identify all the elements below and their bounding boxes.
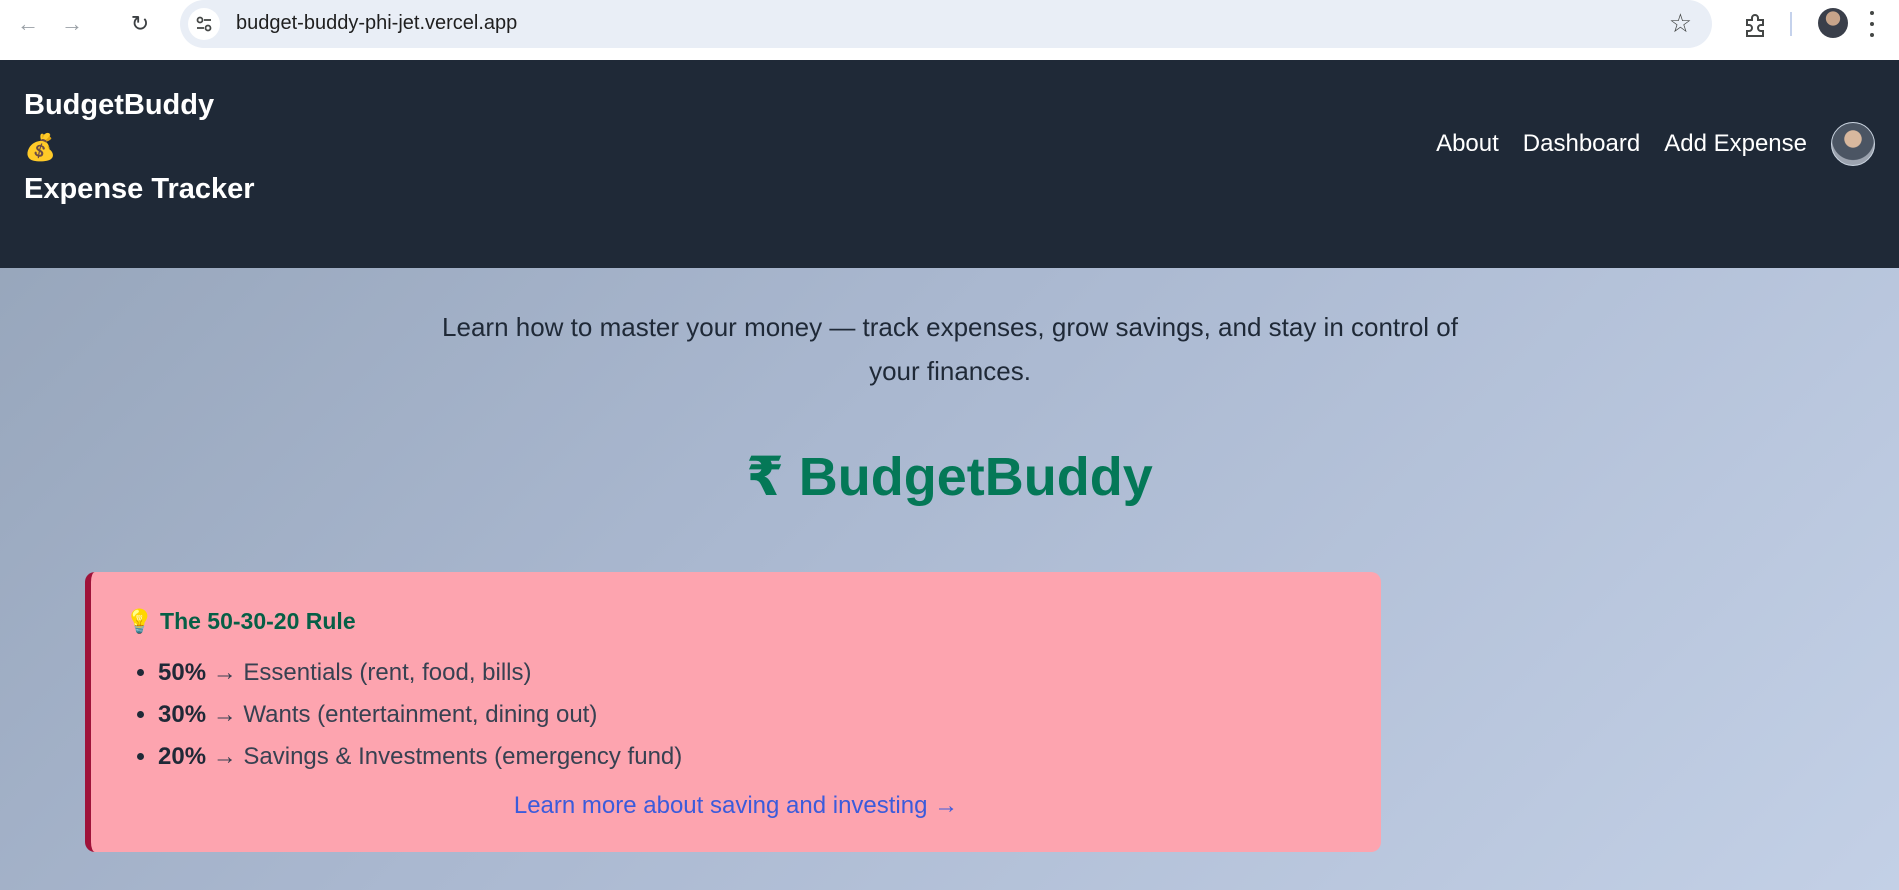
extensions-icon[interactable] [1740, 10, 1770, 40]
list-item: 20% → Savings & Investments (emergency f… [158, 736, 682, 778]
brand-subtitle: Expense Tracker [24, 173, 255, 205]
lightbulb-icon: 💡 [125, 608, 154, 634]
rule-list: 50% → Essentials (rent, food, bills) 30%… [129, 652, 682, 778]
app-header: BudgetBuddy 💰 Expense Tracker About Dash… [0, 60, 1899, 268]
user-avatar[interactable] [1831, 122, 1875, 166]
menu-kebab-icon[interactable] [1866, 8, 1878, 40]
browser-toolbar: ← → ↻ budget-buddy-phi-jet.vercel.app ☆ [0, 0, 1899, 60]
rule-percent: 20% [158, 743, 207, 770]
arrow-right-icon: → [61, 11, 83, 36]
hero-title: ₹ BudgetBuddy [746, 447, 1153, 507]
rule-percent: 50% [158, 659, 207, 686]
toolbar-divider [1790, 12, 1792, 36]
profile-avatar[interactable] [1818, 8, 1848, 38]
rule-card-title-text: The 50-30-20 Rule [160, 608, 356, 634]
brand-name: BudgetBuddy [24, 89, 215, 121]
top-nav: About Dashboard Add Expense [1436, 122, 1875, 166]
list-item: 30% → Wants (entertainment, dining out) [158, 694, 682, 736]
rule-text: → Savings & Investments (emergency fund) [206, 743, 683, 770]
rule-card: 💡 The 50-30-20 Rule 50% → Essentials (re… [85, 572, 1381, 852]
address-bar[interactable]: budget-buddy-phi-jet.vercel.app ☆ [180, 0, 1712, 48]
learn-more-link[interactable]: Learn more about saving and investing → [91, 792, 1381, 820]
nav-about-link[interactable]: About [1436, 130, 1499, 158]
nav-dashboard-link[interactable]: Dashboard [1523, 130, 1640, 158]
rule-text: → Essentials (rent, food, bills) [206, 659, 532, 686]
reload-button[interactable]: ↻ [126, 10, 154, 38]
hero-tagline: Learn how to master your money — track e… [442, 312, 1458, 386]
forward-button[interactable]: → [58, 10, 86, 38]
back-button[interactable]: ← [14, 10, 42, 38]
url-text[interactable]: budget-buddy-phi-jet.vercel.app [236, 12, 517, 35]
rule-percent: 30% [158, 701, 207, 728]
arrow-left-icon: ← [17, 11, 39, 36]
money-bag-icon: 💰 [24, 132, 57, 162]
brand-logo[interactable]: BudgetBuddy 💰 Expense Tracker [24, 84, 255, 210]
bookmark-star-icon[interactable]: ☆ [1669, 10, 1692, 36]
nav-add-expense-link[interactable]: Add Expense [1664, 130, 1807, 158]
list-item: 50% → Essentials (rent, food, bills) [158, 652, 682, 694]
site-settings-icon[interactable] [188, 8, 220, 40]
page-body: BudgetBuddy 💰 Expense Tracker About Dash… [0, 60, 1899, 890]
rule-text: → Wants (entertainment, dining out) [206, 701, 598, 728]
rule-card-title: 💡 The 50-30-20 Rule [125, 608, 356, 635]
reload-icon: ↻ [130, 11, 150, 36]
